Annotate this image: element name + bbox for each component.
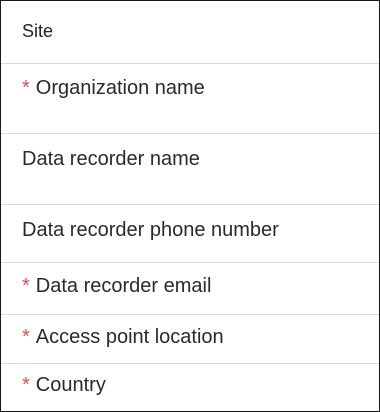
field-label: * Access point location [22, 326, 224, 349]
field-access-point-location[interactable]: * Access point location [1, 315, 379, 364]
required-asterisk: * [22, 275, 30, 297]
field-data-recorder-phone-number[interactable]: Data recorder phone number [1, 205, 379, 263]
section-header: Site [1, 1, 379, 64]
field-label-text: Data recorder phone number [22, 219, 279, 241]
required-asterisk: * [22, 326, 30, 348]
field-label-text: Organization name [35, 77, 205, 99]
field-label: Data recorder phone number [22, 219, 279, 242]
field-organization-name[interactable]: * Organization name [1, 63, 379, 134]
field-label: * Country [22, 374, 106, 397]
field-country[interactable]: * Country [1, 364, 379, 411]
field-data-recorder-email[interactable]: * Data recorder email [1, 263, 379, 315]
site-form-panel: Site * Organization name Data recorder na… [0, 0, 380, 412]
field-label-text: Country [35, 374, 106, 396]
field-label: Data recorder name [22, 148, 200, 171]
required-asterisk: * [22, 374, 30, 396]
section-title: Site [22, 21, 54, 41]
field-data-recorder-name[interactable]: Data recorder name [1, 134, 379, 205]
required-asterisk: * [22, 77, 30, 99]
field-label-text: Access point location [35, 326, 224, 348]
field-label-text: Data recorder email [35, 275, 212, 297]
field-label: * Organization name [22, 77, 205, 100]
field-label: * Data recorder email [22, 275, 211, 298]
field-label-text: Data recorder name [22, 148, 200, 170]
